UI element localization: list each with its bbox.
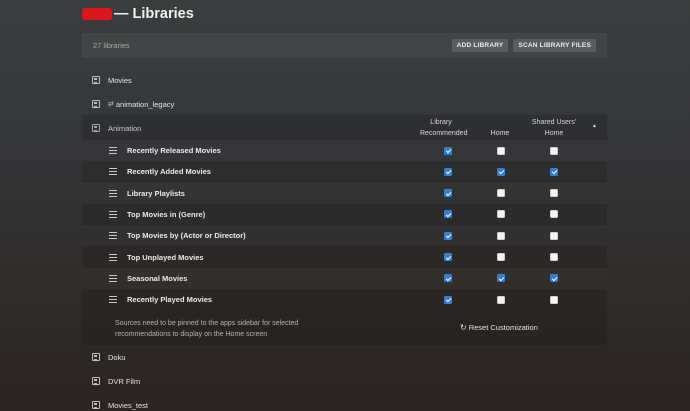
library-recommended-checkbox[interactable]: [444, 146, 452, 155]
library-row[interactable]: Movies_test: [82, 394, 607, 411]
column-home: Home: [490, 130, 510, 137]
page-header: — Libraries: [82, 4, 194, 24]
drag-handle-icon[interactable]: [109, 232, 117, 241]
home-checkbox[interactable]: [497, 167, 505, 176]
shared-users-home-checkbox[interactable]: [550, 295, 558, 304]
sort-up-icon[interactable]: ▲: [592, 123, 597, 129]
library-recommended-checkbox[interactable]: [444, 210, 452, 219]
library-row[interactable]: Doku: [82, 346, 607, 368]
shared-users-home-checkbox[interactable]: [550, 231, 558, 240]
library-count: 27 libraries: [93, 41, 130, 50]
library-recommended-checkbox[interactable]: [444, 274, 452, 283]
recommendation-row[interactable]: Recently Added Movies: [82, 161, 607, 182]
shared-users-home-checkbox[interactable]: [550, 253, 558, 261]
recommendation-row[interactable]: Top Movies in (Genre): [82, 204, 607, 225]
scan-library-files-button[interactable]: SCAN LIBRARY FILES: [513, 39, 596, 52]
library-recommended-checkbox[interactable]: [444, 253, 452, 261]
recommendation-label: Top Movies by (Actor or Director): [127, 231, 246, 241]
library-name: Movies: [108, 75, 132, 85]
recommendation-label: Recently Added Movies: [127, 167, 211, 177]
recommendation-row[interactable]: Recently Played Movies: [82, 289, 607, 310]
shared-users-home-checkbox[interactable]: [550, 274, 558, 283]
drag-handle-icon[interactable]: [109, 189, 117, 199]
libraries-summary-bar: 27 libraries ADD LIBRARY SCAN LIBRARY FI…: [82, 33, 607, 58]
column-shared-users-home: Shared Users' Home: [531, 119, 577, 137]
recommendation-row[interactable]: Top Movies by (Actor or Director): [82, 225, 607, 246]
home-checkbox[interactable]: [497, 189, 505, 198]
recommendation-row[interactable]: Library Playlists: [82, 183, 607, 204]
shared-link-icon: ⇄: [108, 101, 114, 108]
add-library-button[interactable]: ADD LIBRARY: [451, 39, 509, 52]
recommendation-label: Seasonal Movies: [127, 273, 188, 283]
library-recommended-checkbox[interactable]: [444, 231, 452, 240]
film-library-icon: [92, 100, 100, 108]
home-checkbox[interactable]: [497, 295, 505, 304]
home-checkbox[interactable]: [497, 253, 505, 261]
library-recommended-checkbox[interactable]: [444, 189, 452, 198]
shared-users-home-checkbox[interactable]: [550, 189, 558, 198]
library-name: Doku: [108, 352, 126, 362]
home-checkbox[interactable]: [497, 210, 505, 219]
column-library-recommended: Library Recommended: [420, 119, 468, 137]
pin-sources-note: Sources need to be pinned to the apps si…: [115, 320, 299, 338]
recommendation-row[interactable]: Seasonal Movies: [82, 268, 607, 289]
film-library-icon: [92, 353, 100, 361]
library-name: animation_legacy: [115, 99, 175, 109]
film-library-icon: [92, 76, 100, 84]
reset-customization-button[interactable]: ↻ Reset Customization: [460, 323, 538, 332]
drag-handle-icon[interactable]: [109, 168, 117, 177]
home-checkbox[interactable]: [497, 274, 505, 283]
recommendation-label: Recently Released Movies: [127, 146, 221, 155]
film-library-icon: [92, 401, 100, 409]
home-checkbox[interactable]: [497, 146, 505, 155]
library-recommended-checkbox[interactable]: [444, 295, 452, 304]
recommendation-label: Top Unplayed Movies: [127, 252, 204, 262]
page-title: — Libraries: [114, 6, 194, 22]
library-name: DVR Film: [108, 376, 141, 386]
library-name: Movies_test: [108, 400, 149, 410]
library-row[interactable]: DVR Film: [82, 370, 607, 392]
drag-handle-icon[interactable]: [109, 274, 117, 284]
drag-handle-icon[interactable]: [109, 253, 117, 263]
redacted-name: [82, 8, 112, 20]
recommendation-label: Recently Played Movies: [127, 295, 213, 305]
reset-customization-label: Reset Customization: [468, 323, 538, 332]
shared-users-home-checkbox[interactable]: [550, 167, 558, 176]
drag-handle-icon[interactable]: [109, 210, 117, 220]
library-recommended-checkbox[interactable]: [444, 167, 452, 176]
drag-handle-icon[interactable]: [109, 296, 117, 305]
recommendation-label: Top Movies in (Genre): [127, 209, 206, 219]
film-library-icon: [92, 377, 100, 385]
library-row[interactable]: ⇄ animation_legacy: [82, 93, 607, 115]
shared-users-home-checkbox[interactable]: [550, 146, 558, 155]
recommendation-label: Library Playlists: [127, 188, 185, 198]
recommendation-row[interactable]: Top Unplayed Movies: [82, 247, 607, 268]
recommendation-row[interactable]: Recently Released Movies: [82, 140, 607, 161]
shared-users-home-checkbox[interactable]: [550, 210, 558, 219]
home-checkbox[interactable]: [497, 231, 505, 240]
library-row[interactable]: Movies: [82, 69, 607, 91]
reset-icon: ↻: [460, 323, 467, 332]
drag-handle-icon[interactable]: [109, 147, 117, 156]
